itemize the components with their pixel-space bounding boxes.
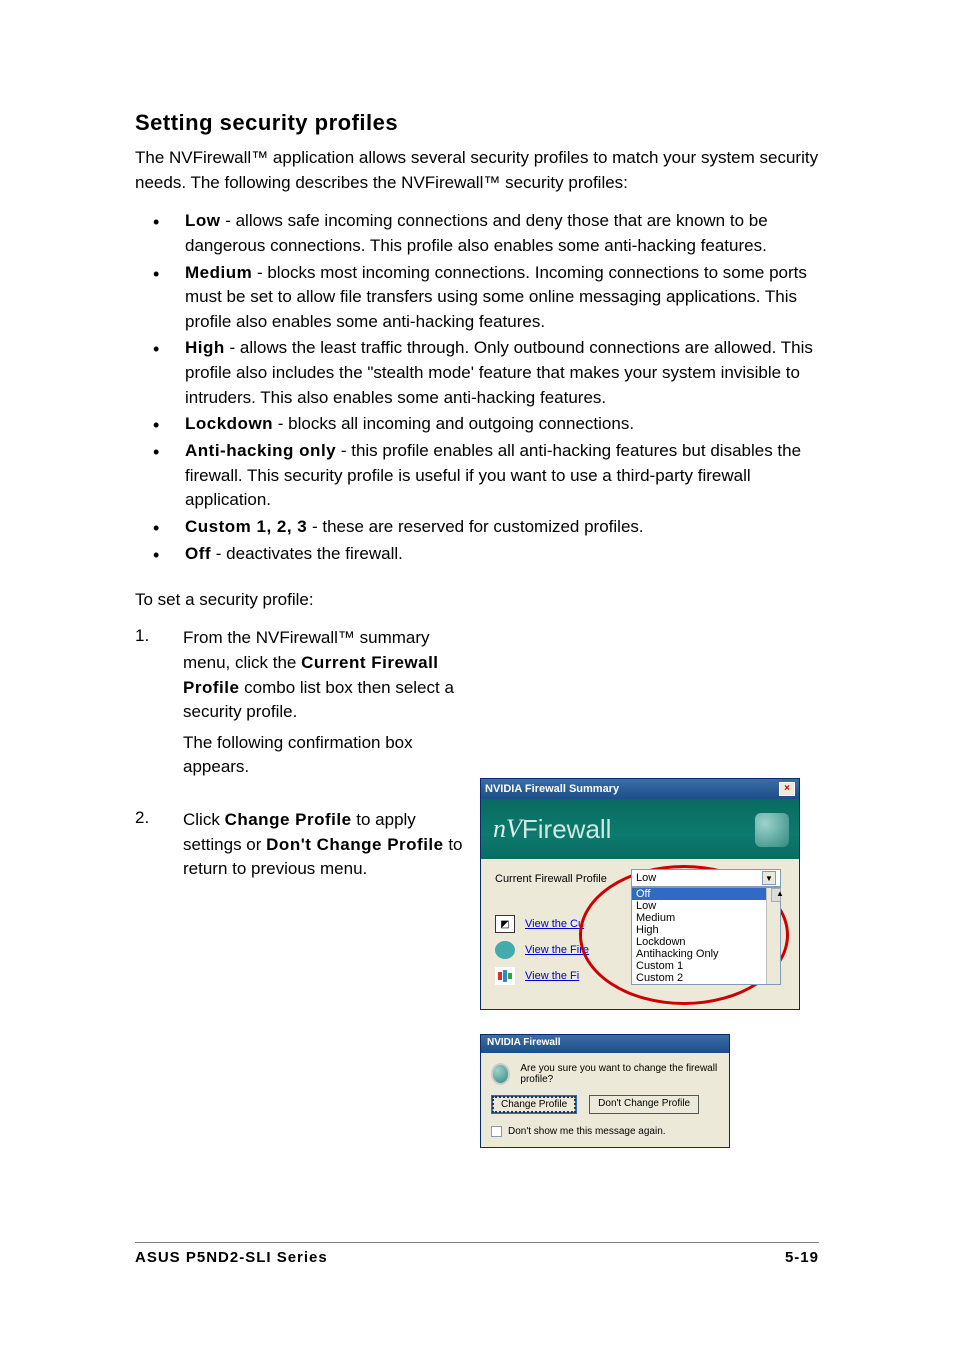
step-number: 1.: [135, 626, 183, 786]
close-icon[interactable]: ×: [779, 782, 795, 796]
profile-term: Custom 1, 2, 3: [185, 517, 307, 536]
profile-term: Off: [185, 544, 211, 563]
intro-paragraph: The NVFirewall™ application allows sever…: [135, 146, 819, 195]
banner-logo-prefix: nV: [493, 814, 522, 844]
profile-term: Anti-hacking only: [185, 441, 336, 460]
scrollbar[interactable]: ▲: [766, 888, 780, 984]
dropdown-option[interactable]: High: [632, 924, 780, 936]
list-item: Lockdown - blocks all incoming and outgo…: [143, 412, 819, 437]
step-text: From the NVFirewall™ summary menu, click…: [183, 626, 473, 786]
section-heading: Setting security profiles: [135, 110, 819, 136]
link-view-1[interactable]: View the Cu: [525, 918, 584, 930]
profile-dropdown[interactable]: OffLowMediumHighLockdownAntihacking Only…: [631, 887, 781, 985]
dropdown-option[interactable]: Low: [632, 900, 780, 912]
link-view-2[interactable]: View the Fire: [525, 944, 589, 956]
list-item: Medium - blocks most incoming connection…: [143, 261, 819, 335]
confirmation-dialog: NVIDIA Firewall Are you sure you want to…: [480, 1034, 730, 1148]
profile-term: Lockdown: [185, 414, 273, 433]
window-banner: nVFirewall: [481, 799, 799, 859]
chart-icon: [495, 967, 515, 985]
profile-term: Low: [185, 211, 221, 230]
dont-show-label: Don't show me this message again.: [508, 1126, 666, 1137]
dont-change-profile-button[interactable]: Don't Change Profile: [589, 1095, 699, 1114]
list-item: Custom 1, 2, 3 - these are reserved for …: [143, 515, 819, 540]
profile-term: Medium: [185, 263, 252, 282]
page-footer: ASUS P5ND2-SLI Series 5-19: [135, 1242, 819, 1266]
figures-area: NVIDIA Firewall Summary × nVFirewall Cur…: [480, 778, 820, 1148]
list-item: Off - deactivates the firewall.: [143, 542, 819, 567]
log-icon: ◩: [495, 915, 515, 933]
dropdown-option[interactable]: Medium: [632, 912, 780, 924]
list-item: High - allows the least traffic through.…: [143, 336, 819, 410]
window-body: Current Firewall Profile Low ▼ OffLowMed…: [481, 859, 799, 1009]
profile-term: High: [185, 338, 225, 357]
dropdown-option[interactable]: Custom 2: [632, 972, 780, 984]
dropdown-option[interactable]: Lockdown: [632, 936, 780, 948]
list-item: Anti-hacking only - this profile enables…: [143, 439, 819, 513]
globe-icon: [495, 941, 515, 959]
step-row: 1.From the NVFirewall™ summary menu, cli…: [135, 626, 819, 786]
dropdown-option[interactable]: Antihacking Only: [632, 948, 780, 960]
link-view-3[interactable]: View the Fi: [525, 970, 579, 982]
shield-icon: [491, 1063, 510, 1085]
dropdown-option[interactable]: Off: [632, 888, 780, 900]
dont-show-checkbox[interactable]: [491, 1126, 502, 1137]
window-titlebar[interactable]: NVIDIA Firewall Summary ×: [481, 779, 799, 799]
step-text: Click Change Profile to apply settings o…: [183, 808, 473, 888]
list-item: Low - allows safe incoming connections a…: [143, 209, 819, 258]
dialog-message: Are you sure you want to change the fire…: [520, 1063, 719, 1085]
firewall-summary-window: NVIDIA Firewall Summary × nVFirewall Cur…: [480, 778, 800, 1010]
dropdown-option[interactable]: Custom 1: [632, 960, 780, 972]
change-profile-button[interactable]: Change Profile: [491, 1095, 577, 1114]
footer-left: ASUS P5ND2-SLI Series: [135, 1249, 328, 1266]
chevron-down-icon[interactable]: ▼: [762, 871, 776, 885]
step-number: 2.: [135, 808, 183, 888]
profiles-list: Low - allows safe incoming connections a…: [143, 209, 819, 566]
window-title: NVIDIA Firewall Summary: [485, 783, 619, 795]
footer-right: 5-19: [785, 1249, 819, 1266]
steps-intro: To set a security profile:: [135, 590, 819, 610]
profile-selected-value: Low: [636, 872, 656, 884]
banner-logo-text: Firewall: [522, 814, 612, 845]
shield-icon: [755, 813, 789, 847]
profile-combobox[interactable]: Low ▼: [631, 869, 781, 887]
dialog-titlebar[interactable]: NVIDIA Firewall: [481, 1035, 729, 1053]
scroll-up-icon[interactable]: ▲: [771, 888, 781, 902]
